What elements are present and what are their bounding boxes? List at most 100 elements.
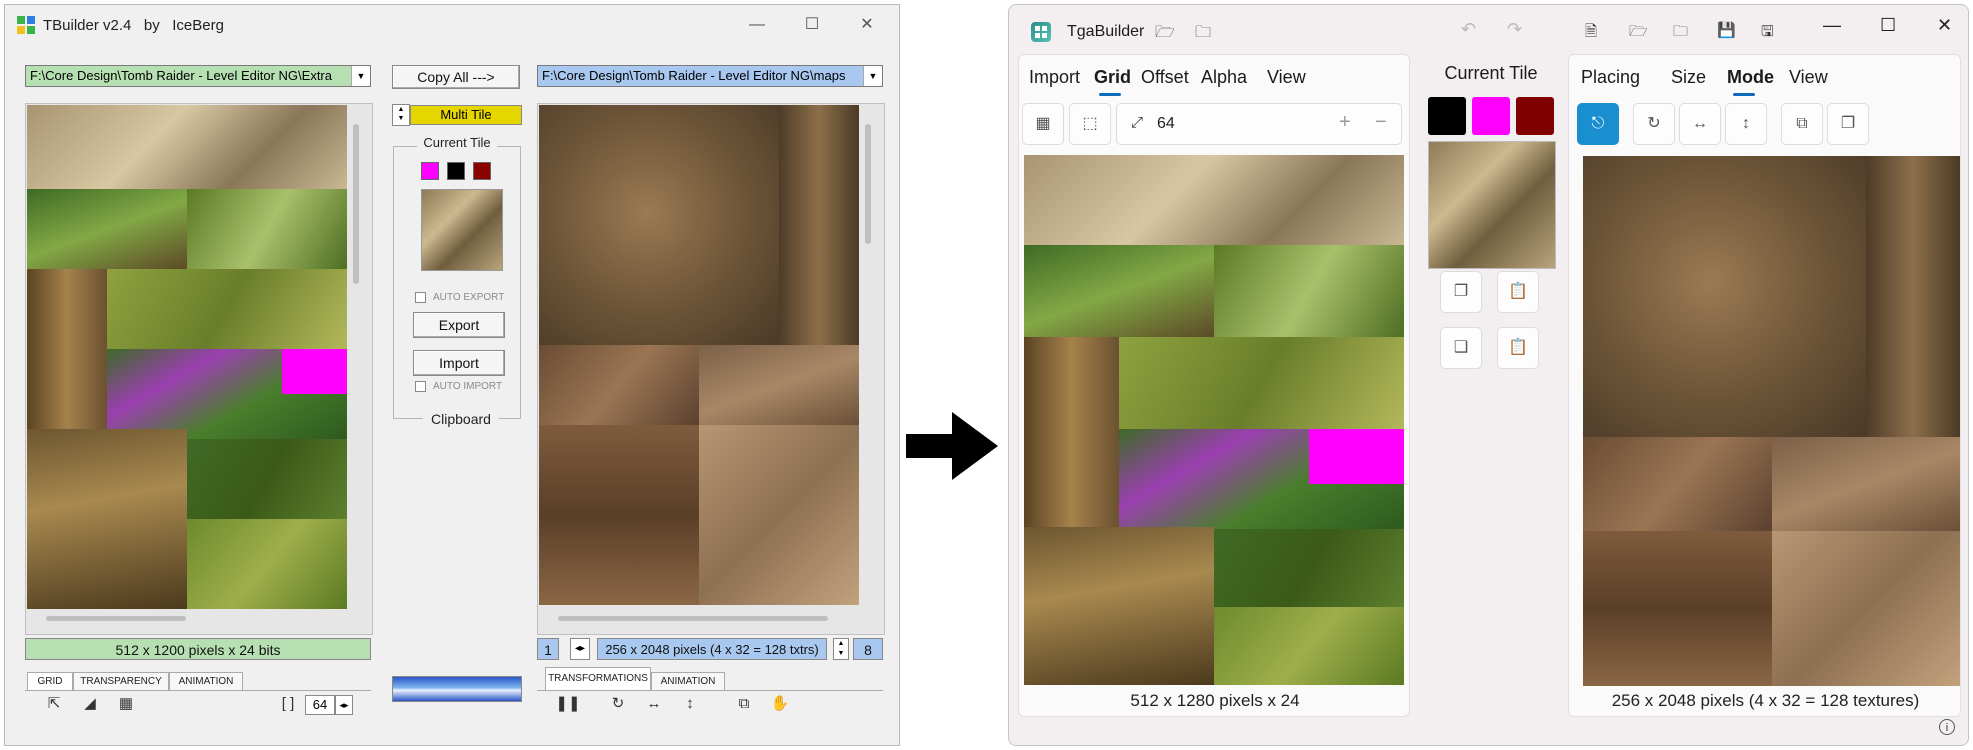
texture-tile[interactable] [1866,156,1960,437]
flip-vertical-icon[interactable]: ↕ [677,693,703,715]
multi-tile-label[interactable]: Multi Tile [410,105,522,125]
vertical-scrollbar[interactable] [353,124,359,284]
grid-origin-icon[interactable]: ⇱ [41,693,67,715]
menu-mode[interactable]: Mode [1727,67,1774,88]
source-image[interactable] [1024,155,1404,685]
tab-animation-right[interactable]: ANIMATION [651,672,725,691]
close-button[interactable]: ✕ [855,15,879,35]
maximize-button[interactable]: ☐ [1880,15,1896,36]
texture-tile[interactable] [187,439,347,519]
swap-mode-icon[interactable]: ❐ [1827,103,1869,145]
pause-icon[interactable]: ❚❚ [555,693,581,715]
texture-tile[interactable] [187,519,347,609]
texture-tile[interactable] [107,269,347,349]
texture-tile[interactable] [1119,337,1404,429]
auto-export-checkbox[interactable] [415,292,426,303]
place-tile-icon[interactable]: ⎋ [1577,103,1619,145]
minus-icon[interactable]: − [1375,111,1387,134]
copy-icon[interactable]: ❐ [1440,271,1482,313]
texture-tile[interactable] [779,105,859,345]
multi-tile-spinner[interactable]: ▲ ▼ [392,104,410,126]
texture-tile[interactable] [699,345,859,425]
chevron-down-icon[interactable]: ▼ [351,66,370,86]
target-image[interactable] [1583,156,1960,686]
left-texture-panel[interactable] [25,103,373,635]
texture-tile[interactable] [539,425,699,605]
texture-tile[interactable] [1583,437,1772,531]
copy-settings-icon[interactable]: ❑ [1440,327,1482,369]
redo-icon[interactable]: ↷ [1507,19,1522,40]
texture-tile[interactable] [1772,531,1960,686]
texture-tile[interactable] [1024,337,1119,527]
paste-icon[interactable]: 📋 [1497,271,1539,313]
texture-tile[interactable] [27,189,187,269]
info-icon[interactable]: i [1939,719,1955,735]
grid-size-field[interactable]: 64 [305,695,335,715]
save-icon[interactable]: 💾 [1717,21,1736,39]
menu-view[interactable]: View [1789,67,1828,88]
texture-tile[interactable] [1214,529,1404,607]
selection-icon[interactable]: ⬚ [1069,103,1111,145]
folder-gear-icon[interactable]: 🗀 [1673,21,1688,46]
swatch-black[interactable] [447,162,465,180]
close-button[interactable]: ✕ [1937,15,1952,36]
page-spinner[interactable]: ◂▸ [570,638,590,660]
horizontal-scrollbar[interactable] [558,616,828,621]
chevron-down-icon[interactable]: ▼ [863,66,882,86]
right-path-combo[interactable]: F:\Core Design\Tomb Raider - Level Edito… [537,65,883,87]
folder-settings-icon[interactable]: 🗀 [1195,21,1211,48]
texture-tile[interactable] [1772,437,1960,531]
swatch-magenta[interactable] [421,162,439,180]
tab-transparency[interactable]: TRANSPARENCY [73,672,169,691]
texture-tile[interactable] [27,429,187,609]
flip-vertical-icon[interactable]: ↕ [1725,103,1767,145]
import-file-icon[interactable]: 🗎 [1585,21,1597,46]
texture-tile[interactable] [1024,527,1214,685]
swatch-maroon[interactable] [1516,97,1554,135]
texture-tile[interactable] [187,189,347,269]
tab-animation-left[interactable]: ANIMATION [169,672,243,691]
vertical-scrollbar[interactable] [865,124,871,244]
maximize-button[interactable]: ☐ [800,15,824,35]
texture-tile[interactable] [1024,155,1404,245]
export-button[interactable]: Export [413,312,505,338]
grid-pattern-icon[interactable]: ▦ [113,693,139,715]
plus-icon[interactable]: + [1339,111,1351,134]
grid-size-spinner[interactable]: ◂▸ [335,695,353,715]
auto-import-checkbox[interactable] [415,381,426,392]
left-path-combo[interactable]: F:\Core Design\Tomb Raider - Level Edito… [25,65,371,87]
count-spinner[interactable]: ▲ ▼ [833,638,849,660]
horizontal-scrollbar[interactable] [46,616,186,621]
grid-diagonal-icon[interactable]: ◢ [77,693,103,715]
texture-tile[interactable] [1214,245,1404,337]
paste-settings-icon[interactable]: 📋 [1497,327,1539,369]
rotate-icon[interactable]: ↻ [605,693,631,715]
grid-view-icon[interactable]: ▦ [1022,103,1064,145]
menu-alpha[interactable]: Alpha [1201,67,1247,88]
menu-grid[interactable]: Grid [1094,67,1131,88]
swatch-magenta[interactable] [1472,97,1510,135]
tab-transformations[interactable]: TRANSFORMATIONS [545,667,651,690]
hand-icon[interactable]: ✋ [767,693,793,715]
menu-size[interactable]: Size [1671,67,1706,88]
menu-placing[interactable]: Placing [1581,67,1640,88]
rotate-icon[interactable]: ↻ [1633,103,1675,145]
count-value[interactable]: 8 [853,638,883,660]
swatch-dark-red[interactable] [473,162,491,180]
save-as-icon[interactable]: 🖫 [1761,21,1774,46]
import-button[interactable]: Import [413,350,505,376]
undo-icon[interactable]: ↶ [1461,19,1476,40]
copy-all-button[interactable]: Copy All ---> [392,65,520,89]
tab-grid[interactable]: GRID [27,672,73,691]
texture-tile[interactable] [539,105,779,345]
menu-view[interactable]: View [1267,67,1306,88]
menu-import[interactable]: Import [1029,67,1080,88]
open-folder-icon[interactable]: 🗁 [1155,21,1175,48]
grid-size-value[interactable]: 64 [1157,115,1175,133]
flip-horizontal-icon[interactable]: ↔ [641,693,667,715]
resize-icon[interactable]: ⧉ [731,693,757,715]
texture-tile[interactable] [1583,531,1772,686]
grid-size-box[interactable]: ⤢ 64 + − [1116,103,1402,145]
copy-mode-icon[interactable]: ⧉ [1781,103,1823,145]
texture-tile[interactable] [1214,607,1404,685]
